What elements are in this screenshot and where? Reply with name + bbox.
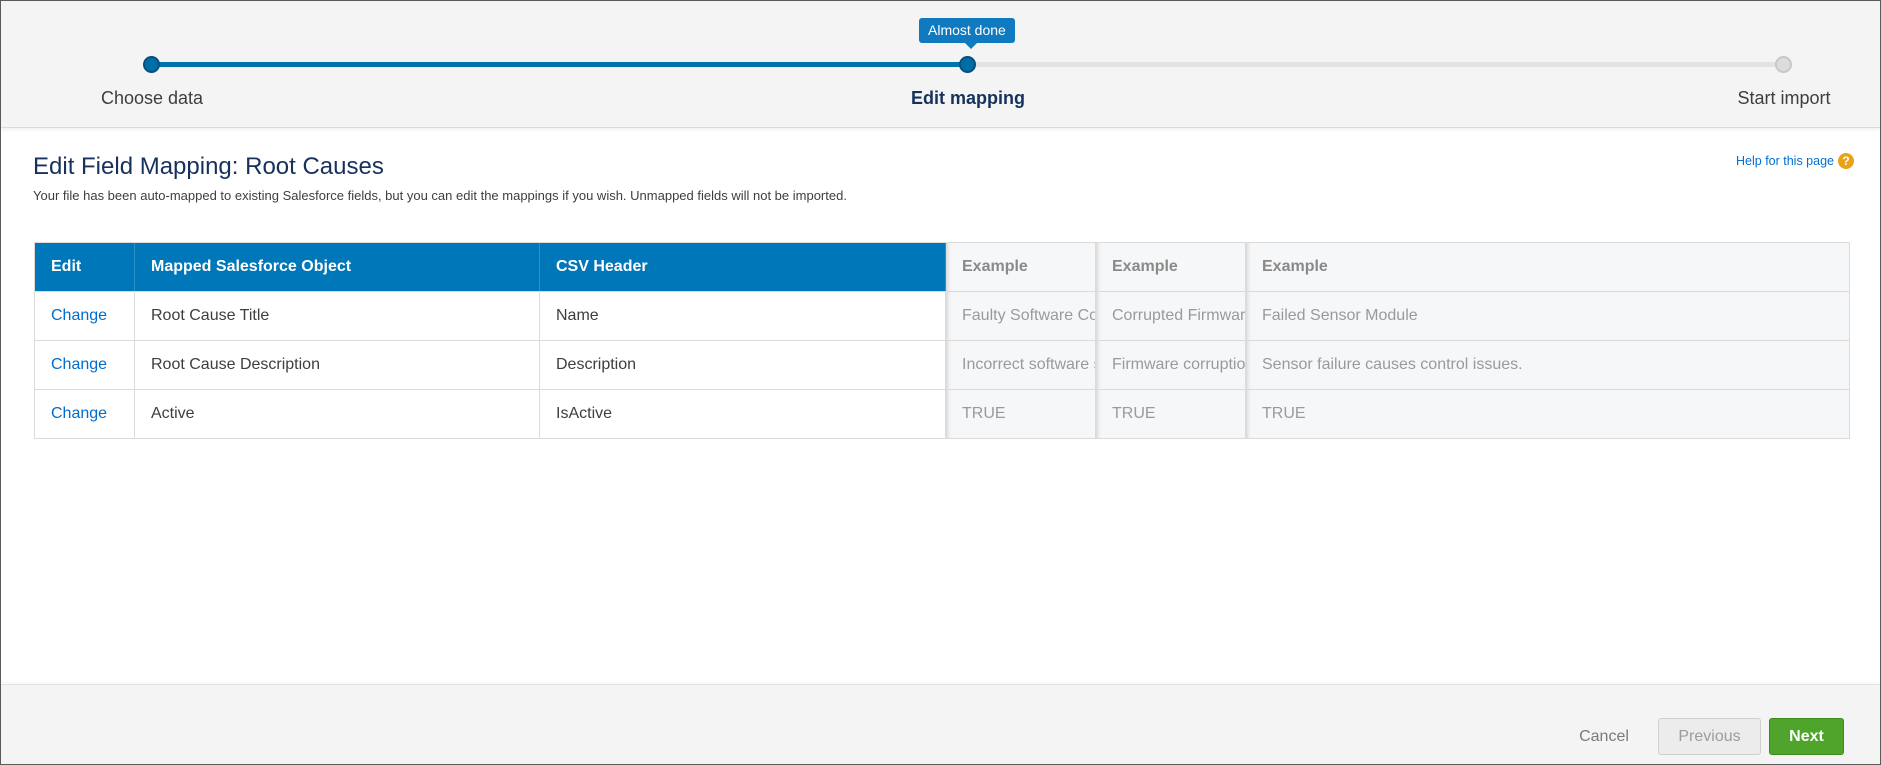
change-link[interactable]: Change (51, 307, 107, 325)
step-label-choose-data: Choose data (100, 88, 204, 108)
header-example-2: Example (1096, 243, 1246, 291)
example-cell: Failed Sensor Module (1246, 292, 1849, 340)
example-cell: Sensor failure causes control issues. (1246, 341, 1849, 389)
mapped-object-cell: Root Cause Description (135, 341, 540, 389)
edit-cell: Change (35, 390, 135, 438)
page-description: Your file has been auto-mapped to existi… (33, 188, 847, 203)
example-cell: Firmware corruption (1096, 341, 1246, 389)
previous-button[interactable]: Previous (1658, 718, 1761, 755)
step-dot-choose-data (143, 56, 160, 73)
step-dot-start-import (1775, 56, 1792, 73)
page-title: Edit Field Mapping: Root Causes (33, 153, 384, 180)
header-example-1: Example (946, 243, 1096, 291)
step-label-start-import: Start import (1737, 88, 1831, 108)
header-example-3: Example (1246, 243, 1849, 291)
example-cell: TRUE (1096, 390, 1246, 438)
change-link[interactable]: Change (51, 356, 107, 374)
mapped-object-cell: Active (135, 390, 540, 438)
table-row: Change Root Cause Description Descriptio… (35, 341, 1849, 390)
csv-header-cell: Name (540, 292, 946, 340)
step-label-edit-mapping: Edit mapping (911, 88, 1025, 108)
import-wizard-window: Almost done Choose data Edit mapping Sta… (0, 0, 1881, 765)
help-link[interactable]: Help for this page ? (1736, 153, 1854, 169)
edit-cell: Change (35, 341, 135, 389)
help-link-label[interactable]: Help for this page (1736, 154, 1834, 168)
field-mapping-table: Edit Mapped Salesforce Object CSV Header… (34, 242, 1850, 439)
mapped-object-cell: Root Cause Title (135, 292, 540, 340)
progress-header: Almost done Choose data Edit mapping Sta… (1, 1, 1880, 128)
progress-tooltip: Almost done (919, 18, 1015, 49)
change-link[interactable]: Change (51, 405, 107, 423)
csv-header-cell: Description (540, 341, 946, 389)
progress-track-fill (151, 62, 968, 67)
example-cell: Incorrect software s (946, 341, 1096, 389)
header-edit: Edit (35, 243, 135, 291)
help-icon[interactable]: ? (1838, 153, 1854, 169)
example-cell: TRUE (946, 390, 1096, 438)
table-row: Change Active IsActive TRUE TRUE TRUE (35, 390, 1849, 438)
csv-header-cell: IsActive (540, 390, 946, 438)
header-csv: CSV Header (540, 243, 946, 291)
example-cell: Faulty Software Co (946, 292, 1096, 340)
table-header-row: Edit Mapped Salesforce Object CSV Header… (35, 243, 1849, 292)
cancel-button[interactable]: Cancel (1564, 718, 1644, 755)
edit-cell: Change (35, 292, 135, 340)
header-mapped-object: Mapped Salesforce Object (135, 243, 540, 291)
example-cell: Corrupted Firmware (1096, 292, 1246, 340)
table-row: Change Root Cause Title Name Faulty Soft… (35, 292, 1849, 341)
next-button[interactable]: Next (1769, 718, 1844, 755)
step-dot-edit-mapping (959, 56, 976, 73)
example-cell: TRUE (1246, 390, 1849, 438)
